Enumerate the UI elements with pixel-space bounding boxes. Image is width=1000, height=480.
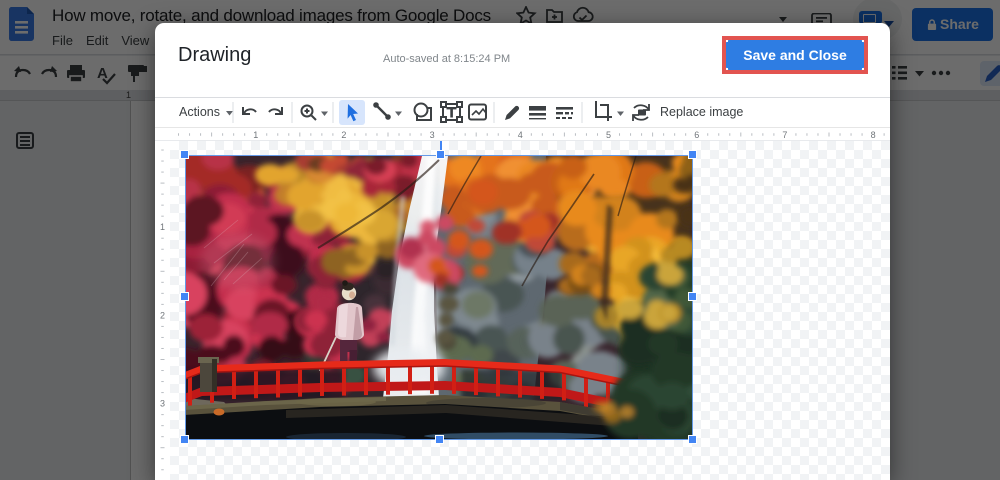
svg-text:2: 2 xyxy=(341,130,346,140)
svg-text:4: 4 xyxy=(518,130,523,140)
svg-text:3: 3 xyxy=(160,399,165,409)
svg-text:6: 6 xyxy=(694,130,699,140)
svg-text:1: 1 xyxy=(160,222,165,232)
svg-text:3: 3 xyxy=(430,130,435,140)
svg-text:8: 8 xyxy=(871,130,876,140)
svg-text:2: 2 xyxy=(160,310,165,320)
svg-text:7: 7 xyxy=(782,130,787,140)
svg-text:5: 5 xyxy=(606,130,611,140)
svg-text:1: 1 xyxy=(253,130,258,140)
svg-text:Actions: Actions xyxy=(179,105,220,119)
svg-text:Replace image: Replace image xyxy=(660,105,743,119)
